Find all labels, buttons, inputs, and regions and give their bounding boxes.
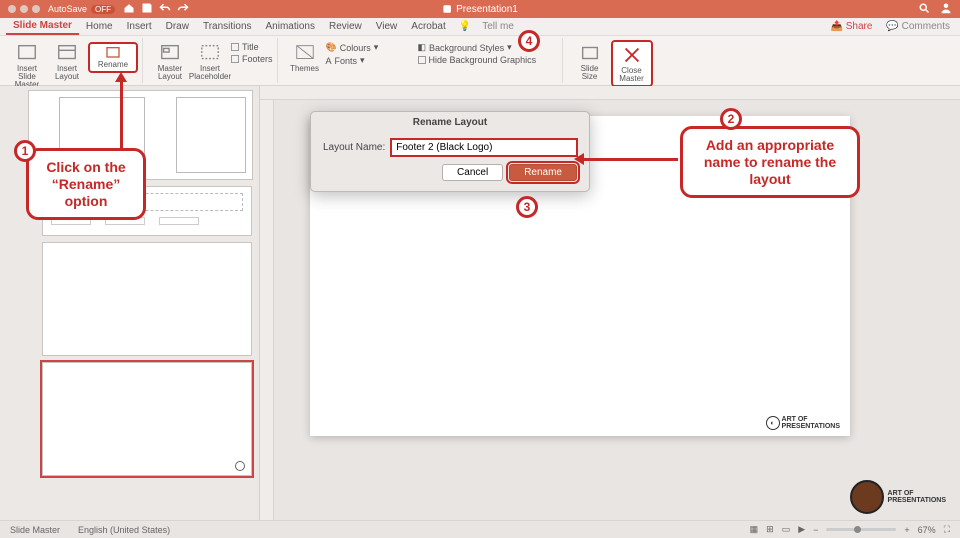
search-icon[interactable]	[918, 2, 930, 17]
status-language[interactable]: English (United States)	[78, 525, 170, 535]
annotation-callout-1: Click on the “Rename” option	[26, 148, 146, 220]
themes-button[interactable]: Themes	[286, 40, 324, 73]
view-sorter-icon[interactable]: ⊞	[766, 524, 774, 535]
tab-view[interactable]: View	[369, 19, 405, 34]
autosave-state: OFF	[91, 5, 115, 14]
save-icon[interactable]	[141, 2, 153, 17]
tab-draw[interactable]: Draw	[159, 19, 196, 34]
tab-review[interactable]: Review	[322, 19, 369, 34]
rename-button[interactable]: Rename	[88, 42, 138, 73]
comments-button[interactable]: 💬 Comments	[886, 21, 950, 32]
document-title: Presentation1	[442, 4, 518, 15]
view-normal-icon[interactable]: ▦	[750, 524, 759, 535]
zoom-value[interactable]: 67%	[918, 525, 936, 535]
thumbnail-layout-3-selected[interactable]	[42, 362, 252, 476]
slide-logo: ◐ART OF PRESENTATIONS	[766, 416, 840, 430]
tab-acrobat[interactable]: Acrobat	[404, 19, 452, 34]
tab-slide-master[interactable]: Slide Master	[6, 18, 79, 35]
tab-animations[interactable]: Animations	[259, 19, 322, 34]
powerpoint-icon	[442, 4, 452, 14]
tab-transitions[interactable]: Transitions	[196, 19, 259, 34]
ribbon: Insert Slide Master Insert Layout Rename…	[0, 36, 960, 86]
zoom-out-icon[interactable]: −	[813, 525, 818, 535]
tell-me[interactable]: Tell me	[475, 19, 521, 34]
annotation-badge-2: 2	[720, 108, 742, 130]
annotation-badge-3: 3	[516, 196, 538, 218]
zoom-in-icon[interactable]: +	[904, 525, 909, 535]
footers-checkbox[interactable]: Footers	[231, 54, 273, 64]
hide-background-checkbox[interactable]: Hide Background Graphics	[418, 55, 558, 65]
rename-layout-dialog: Rename Layout Layout Name: Cancel Rename	[310, 111, 590, 192]
title-checkbox[interactable]: Title	[231, 42, 273, 52]
thumbnail-layout-2[interactable]	[42, 242, 252, 356]
slide-size-button[interactable]: Slide Size	[571, 40, 609, 81]
annotation-badge-4: 4	[518, 30, 540, 52]
tab-home[interactable]: Home	[79, 19, 120, 34]
home-icon[interactable]	[123, 2, 135, 17]
view-slideshow-icon[interactable]: ▶	[798, 524, 805, 535]
rename-confirm-button[interactable]: Rename	[509, 164, 577, 181]
insert-slide-master-button[interactable]: Insert Slide Master	[8, 40, 46, 89]
ruler-vertical	[260, 100, 274, 520]
annotation-arrow-1	[120, 78, 123, 148]
ribbon-tabs: Slide Master Home Insert Draw Transition…	[0, 18, 960, 36]
ruler-horizontal	[260, 86, 960, 100]
master-layout-button[interactable]: Master Layout	[151, 40, 189, 81]
layout-name-input[interactable]	[391, 139, 577, 156]
status-bar: Slide Master English (United States) ▦ ⊞…	[0, 520, 960, 538]
undo-icon[interactable]	[159, 2, 171, 17]
share-button[interactable]: 📤 Share	[830, 21, 872, 32]
annotation-arrowhead-1	[115, 72, 127, 82]
cancel-button[interactable]: Cancel	[442, 164, 503, 181]
layout-name-label: Layout Name:	[323, 142, 385, 153]
redo-icon[interactable]	[177, 2, 189, 17]
dialog-title: Rename Layout	[311, 112, 589, 133]
insert-layout-button[interactable]: Insert Layout	[48, 40, 86, 81]
insert-placeholder-button[interactable]: Insert Placeholder	[191, 40, 229, 81]
colours-dropdown[interactable]: 🎨 Colours ▾	[326, 42, 416, 53]
status-mode: Slide Master	[10, 525, 60, 535]
fit-icon[interactable]: ⛶	[944, 524, 950, 535]
lightbulb-icon: 💡	[459, 21, 471, 32]
autosave-toggle[interactable]: AutoSave OFF	[48, 4, 115, 14]
annotation-badge-1: 1	[14, 140, 36, 162]
annotation-arrow-2	[582, 158, 678, 161]
annotation-callout-2: Add an appropriate name to rename the la…	[680, 126, 860, 198]
tab-insert[interactable]: Insert	[120, 19, 159, 34]
window-controls[interactable]	[8, 5, 40, 13]
close-master-button[interactable]: Close Master	[611, 40, 653, 87]
annotation-arrowhead-2	[574, 153, 584, 165]
user-icon[interactable]	[940, 2, 952, 17]
titlebar: AutoSave OFF Presentation1	[0, 0, 960, 18]
quick-access-toolbar	[123, 2, 189, 17]
view-reading-icon[interactable]: ▭	[782, 524, 791, 535]
fonts-dropdown[interactable]: A Fonts ▾	[326, 55, 416, 66]
watermark-brand: ART OF PRESENTATIONS	[850, 480, 946, 514]
zoom-slider[interactable]	[826, 528, 896, 531]
